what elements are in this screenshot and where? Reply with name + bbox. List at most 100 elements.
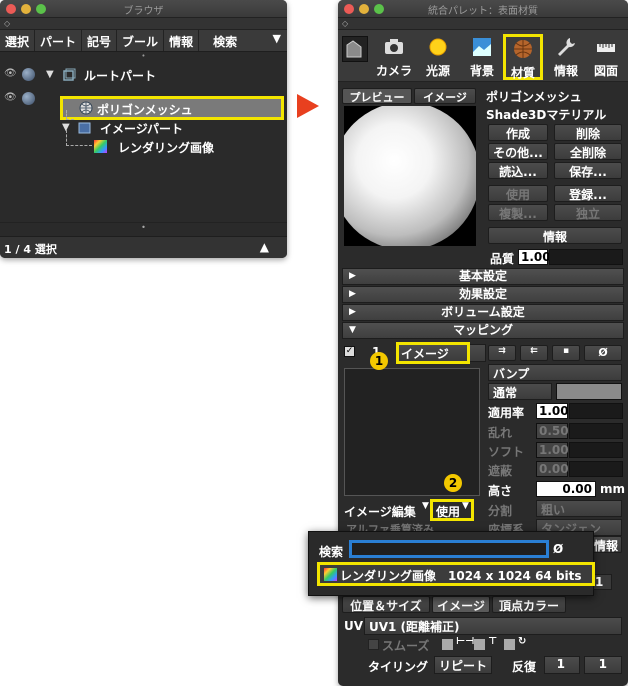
tile-option-icon[interactable] <box>442 639 453 650</box>
tab-image[interactable]: イメージ <box>414 88 476 104</box>
tab-preview[interactable]: プレビュー <box>342 88 412 104</box>
soft-slider[interactable] <box>569 442 623 458</box>
info-button[interactable]: 情報 <box>488 227 622 244</box>
collapse-right-icon: ▶ <box>349 289 356 299</box>
tree-row-polygon-mesh[interactable]: ポリゴンメッシュ <box>60 96 284 120</box>
tool-material[interactable]: 材質 <box>503 34 543 80</box>
uv-label: UV <box>344 619 364 633</box>
create-button[interactable]: 作成 <box>488 124 548 141</box>
tiling-label: タイリング <box>368 660 429 674</box>
duplicate-button[interactable]: 複製... <box>488 204 548 221</box>
shield-slider[interactable] <box>569 461 623 477</box>
tree-root-label[interactable]: ルートパート <box>84 67 156 84</box>
use-button[interactable]: 使用 <box>488 185 548 202</box>
info-side-button[interactable]: 情報 <box>590 536 622 553</box>
blend-mode-combo[interactable]: 通常 <box>488 383 552 400</box>
tool-camera[interactable]: カメラ <box>374 36 414 78</box>
flip-horizontal-icon[interactable]: ⊢⊣ <box>456 636 474 647</box>
section-mapping[interactable]: ▼ マッピング <box>342 322 624 339</box>
palette-title: 統合パレット：表面材質 <box>428 6 538 17</box>
tool-background[interactable]: 背景 <box>462 36 502 78</box>
rate-field[interactable]: 1.00 <box>536 403 569 419</box>
popup-search-label: 検索 <box>319 545 344 559</box>
section-basic[interactable]: ▶ 基本設定 <box>342 268 624 285</box>
repeat-x-combo[interactable]: 1 <box>544 656 580 674</box>
tool-info[interactable]: 情報 <box>546 36 586 78</box>
select-tool-icon[interactable] <box>342 36 368 62</box>
delete-all-button[interactable]: 全削除 <box>554 143 622 160</box>
diamond-icon: ◇ <box>338 18 628 30</box>
independent-button[interactable]: 独立 <box>554 204 622 221</box>
tree-polygon-mesh-label: ポリゴンメッシュ <box>97 103 193 117</box>
menu-more-icon[interactable]: ▼ <box>267 30 287 51</box>
section-effect[interactable]: ▶ 効果設定 <box>342 286 624 303</box>
menu-info[interactable]: 情報 <box>164 30 200 51</box>
splitter-handle[interactable]: • <box>0 52 287 60</box>
tab-vertex-color[interactable]: 頂点カラー <box>492 596 566 613</box>
collapse-up-icon[interactable]: ▲ <box>260 240 269 254</box>
menu-boolean[interactable]: ブール <box>117 30 165 51</box>
tree-image-part-label[interactable]: イメージパート <box>100 120 183 137</box>
tree-connector <box>66 130 92 146</box>
expand-down-icon: ▼ <box>349 325 356 335</box>
highlight-use <box>430 499 474 521</box>
popup-clear-icon[interactable]: Ø <box>553 542 563 556</box>
delete-button[interactable]: 削除 <box>554 124 622 141</box>
save-button[interactable]: 保存... <box>554 162 622 179</box>
tool-light[interactable]: 光源 <box>418 36 458 78</box>
uv-combo[interactable]: UV1 (距離補正) <box>364 617 622 635</box>
tree-render-image-label[interactable]: レンダリング画像 <box>118 139 214 156</box>
browser-titlebar[interactable]: ブラウザ <box>0 0 287 18</box>
menu-select[interactable]: 選択 <box>0 30 36 51</box>
load-button[interactable]: 読込... <box>488 162 548 179</box>
soft-field[interactable]: 1.00 <box>536 442 569 458</box>
side-field[interactable]: 1 <box>592 574 612 590</box>
random-slider[interactable] <box>569 423 623 439</box>
flip-vertical-icon[interactable]: ⊤ <box>488 636 497 647</box>
layer-checkbox[interactable]: ✓ <box>344 346 355 357</box>
mapping-type-combo[interactable]: バンプ <box>488 364 622 381</box>
layer-up-button[interactable]: ⇉ <box>488 345 516 361</box>
popup-item-render-image[interactable]: レンダリング画像 1024 x 1024 64 bits <box>317 562 595 586</box>
color-swatch[interactable] <box>556 383 622 400</box>
shield-field[interactable]: 0.00 <box>536 461 569 477</box>
eye-icon[interactable]: 👁 <box>4 68 17 79</box>
tile-option-icon[interactable] <box>504 639 515 650</box>
smooth-checkbox[interactable] <box>368 639 379 650</box>
image-edit-menu[interactable]: イメージ編集 <box>344 503 416 520</box>
other-button[interactable]: その他... <box>488 143 548 160</box>
smooth-label: スムーズ <box>382 639 430 653</box>
random-label: 乱れ <box>488 426 513 440</box>
rate-slider[interactable] <box>569 403 623 419</box>
section-volume[interactable]: ▶ ボリューム設定 <box>342 304 624 321</box>
register-button[interactable]: 登録... <box>554 185 622 202</box>
random-field[interactable]: 0.50 <box>536 423 569 439</box>
tool-drawing-label: 図面 <box>593 64 618 78</box>
menu-search[interactable]: 検索 <box>199 30 242 51</box>
tab-mapping-image[interactable]: イメージ <box>432 596 490 613</box>
splitter-handle[interactable]: • <box>0 222 287 236</box>
wrench-icon <box>558 38 575 56</box>
quality-slider[interactable] <box>549 249 623 265</box>
tile-option-icon[interactable] <box>474 639 485 650</box>
copy-layer-button[interactable]: ▪ <box>552 345 580 361</box>
tool-drawing[interactable]: 図面 <box>586 36 626 78</box>
divide-combo[interactable]: 粗い <box>536 500 622 517</box>
clear-layer-button[interactable]: Ø <box>584 345 622 361</box>
layer-down-button[interactable]: ⇇ <box>520 345 548 361</box>
eye-icon[interactable]: 👁 <box>4 92 17 103</box>
menu-symbol[interactable]: 記号 <box>82 30 118 51</box>
menu-part[interactable]: パート <box>35 30 83 51</box>
expand-arrow-icon[interactable]: ▼ <box>46 69 54 80</box>
surface-name: ポリゴンメッシュ <box>486 90 582 104</box>
rotate-icon[interactable]: ↻ <box>518 636 526 647</box>
browser-title: ブラウザ <box>123 6 164 17</box>
palette-titlebar[interactable]: 統合パレット：表面材質 <box>338 0 628 18</box>
tab-position-size[interactable]: 位置＆サイズ <box>342 596 430 613</box>
part-icon <box>63 68 76 81</box>
height-field[interactable]: 0.00 <box>536 481 596 497</box>
repeat-y-combo[interactable]: 1 <box>584 656 622 674</box>
popup-search-input[interactable] <box>349 540 549 558</box>
quality-field[interactable]: 1.00 <box>518 249 551 265</box>
tiling-combo[interactable]: リピート <box>434 656 492 674</box>
